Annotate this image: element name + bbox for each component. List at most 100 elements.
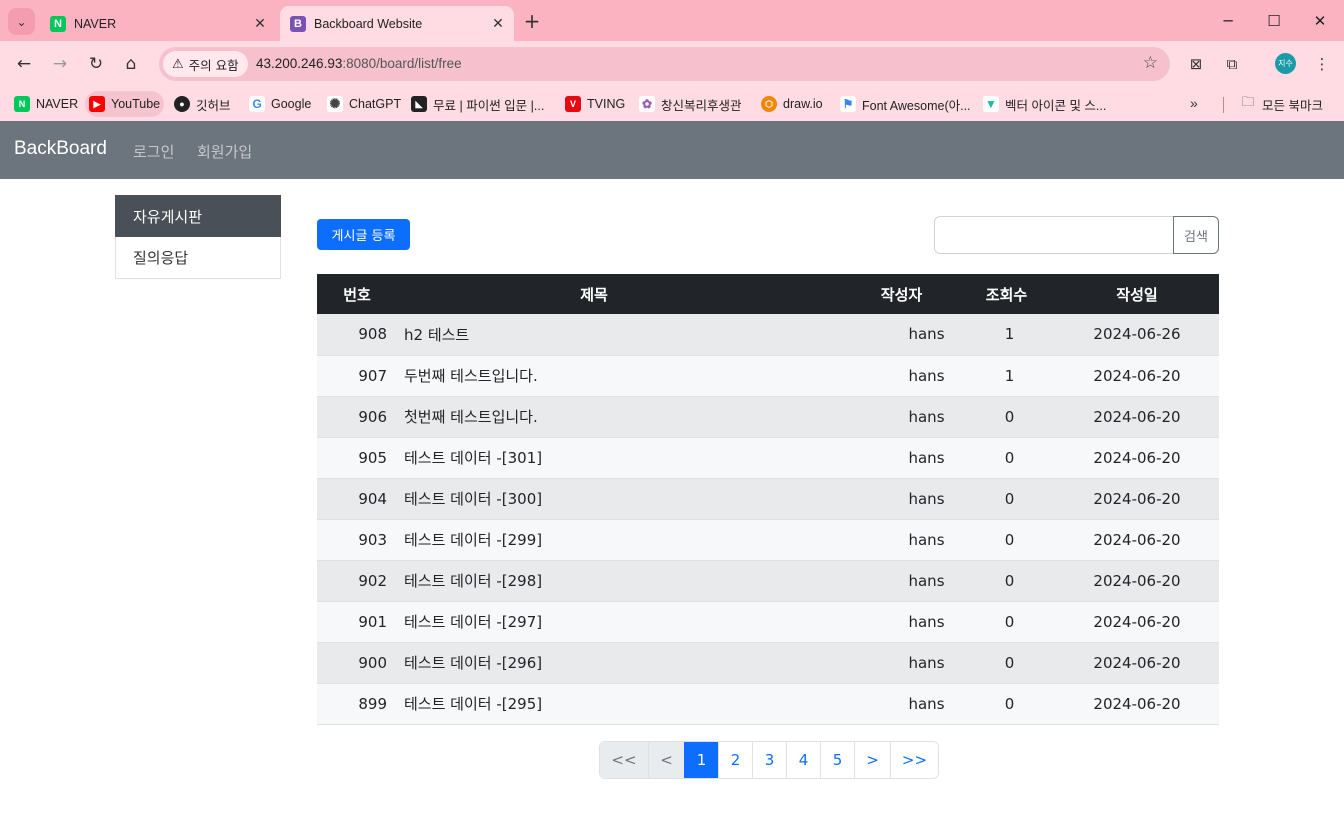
post-author: hans: [845, 355, 958, 397]
post-date: 2024-06-20: [1055, 683, 1219, 725]
tab-search-chevron-icon[interactable]: ⌄: [8, 8, 35, 35]
excel-extension-icon[interactable]: ⊠: [1183, 51, 1209, 77]
page-last[interactable]: >>: [890, 742, 938, 778]
window-close-icon[interactable]: ✕: [1302, 8, 1338, 34]
page-1[interactable]: 1: [684, 742, 718, 778]
bookmark-fontawesome[interactable]: ⚑ Font Awesome(아...: [836, 91, 975, 117]
post-author: hans: [845, 396, 958, 438]
sidebar-item-qna[interactable]: 질의응답: [115, 237, 281, 279]
brand-logo[interactable]: BackBoard: [14, 138, 107, 160]
post-views: 0: [958, 642, 1055, 684]
post-date: 2024-06-26: [1055, 314, 1219, 356]
bookmark-star-icon[interactable]: ☆: [1143, 53, 1158, 73]
page-4[interactable]: 4: [786, 742, 820, 778]
bookmark-naver[interactable]: N NAVER: [10, 91, 82, 117]
table-row: 907 두번째 테스트입니다. hans 1 2024-06-20: [317, 355, 1219, 397]
bookmark-flaticon[interactable]: ▼ 벡터 아이콘 및 스...: [979, 91, 1110, 117]
back-arrow-icon[interactable]: ←: [10, 50, 38, 78]
tving-icon: V: [565, 96, 581, 112]
post-title-link[interactable]: 테스트 데이터 -[296]: [397, 642, 845, 684]
table-row: 901 테스트 데이터 -[297] hans 0 2024-06-20: [317, 601, 1219, 643]
table-row: 903 테스트 데이터 -[299] hans 0 2024-06-20: [317, 519, 1219, 561]
url-text[interactable]: 43.200.246.93:8080/board/list/free: [256, 56, 462, 71]
post-title-link[interactable]: 테스트 데이터 -[295]: [397, 683, 845, 725]
post-date: 2024-06-20: [1055, 560, 1219, 602]
home-icon[interactable]: ⌂: [117, 50, 145, 78]
sidebar-item-free-board[interactable]: 자유게시판: [115, 195, 281, 237]
page-5[interactable]: 5: [820, 742, 854, 778]
forward-arrow-icon[interactable]: →: [46, 50, 74, 78]
post-views: 0: [958, 478, 1055, 520]
post-views: 1: [958, 355, 1055, 397]
nav-signup-link[interactable]: 회원가입: [197, 141, 252, 162]
profile-avatar[interactable]: 지수: [1275, 53, 1296, 74]
post-title-link[interactable]: 두번째 테스트입니다.: [397, 355, 845, 397]
warning-triangle-icon: ⚠: [172, 56, 184, 72]
post-number: 901: [317, 601, 397, 643]
chatgpt-icon: ✺: [327, 96, 343, 112]
board-sidebar: 자유게시판 질의응답: [115, 195, 281, 279]
post-number: 907: [317, 355, 397, 397]
table-row: 904 테스트 데이터 -[300] hans 0 2024-06-20: [317, 478, 1219, 520]
bookmark-welfare[interactable]: ✿ 창신복리후생관: [635, 91, 746, 117]
post-title-link[interactable]: 테스트 데이터 -[298]: [397, 560, 845, 602]
post-title-link[interactable]: 테스트 데이터 -[299]: [397, 519, 845, 561]
youtube-icon: ▶: [89, 96, 105, 112]
bookmark-github[interactable]: ● 깃허브: [170, 91, 235, 117]
bookmark-drawio[interactable]: ⬡ draw.io: [757, 91, 827, 117]
table-row: 906 첫번째 테스트입니다. hans 0 2024-06-20: [317, 396, 1219, 438]
close-icon[interactable]: ✕: [488, 14, 508, 34]
table-row: 908 h2 테스트 hans 1 2024-06-26: [317, 314, 1219, 356]
tab-naver[interactable]: N NAVER ✕: [40, 6, 276, 41]
post-number: 903: [317, 519, 397, 561]
board-table: 번호 제목 작성자 조회수 작성일 908 h2 테스트 hans 1 2024-06-…: [317, 274, 1219, 725]
post-title-link[interactable]: 테스트 데이터 -[301]: [397, 437, 845, 479]
post-date: 2024-06-20: [1055, 396, 1219, 438]
naver-icon: N: [14, 96, 30, 112]
post-author: hans: [845, 478, 958, 520]
header-date: 작성일: [1055, 274, 1219, 314]
bookmark-tving[interactable]: V TVING: [561, 91, 629, 117]
bookmarks-overflow-chevron-icon[interactable]: »: [1190, 95, 1198, 111]
tab-title: NAVER: [74, 16, 117, 31]
post-number: 906: [317, 396, 397, 438]
post-author: hans: [845, 437, 958, 479]
menu-kebab-icon[interactable]: ⋮: [1309, 51, 1335, 77]
post-views: 0: [958, 437, 1055, 479]
post-number: 900: [317, 642, 397, 684]
post-author: hans: [845, 519, 958, 561]
page-3[interactable]: 3: [752, 742, 786, 778]
minimize-icon[interactable]: ─: [1210, 8, 1246, 34]
post-title-link[interactable]: 테스트 데이터 -[297]: [397, 601, 845, 643]
tab-backboard[interactable]: B Backboard Website ✕: [280, 6, 514, 41]
new-tab-plus-icon[interactable]: +: [520, 8, 544, 34]
reload-icon[interactable]: ↻: [82, 50, 110, 78]
write-post-button[interactable]: 게시글 등록: [317, 219, 410, 250]
bookmark-all-folder[interactable]: 🗀 모든 북마크: [1236, 91, 1327, 117]
address-bar[interactable]: ⚠ 주의 요함 43.200.246.93:8080/board/list/fr…: [159, 47, 1170, 81]
page-next[interactable]: >: [854, 742, 890, 778]
nav-login-link[interactable]: 로그인: [133, 141, 174, 162]
post-author: hans: [845, 314, 958, 356]
bookmark-inflearn[interactable]: ◣ 무료 | 파이썬 입문 |...: [407, 91, 548, 117]
bookmark-youtube[interactable]: ▶ YouTube: [85, 91, 165, 117]
security-warning-chip[interactable]: ⚠ 주의 요함: [163, 51, 248, 77]
extensions-puzzle-icon[interactable]: ⧉: [1219, 51, 1245, 77]
post-number: 902: [317, 560, 397, 602]
bookmarks-divider: [1223, 97, 1224, 113]
post-title-link[interactable]: 첫번째 테스트입니다.: [397, 396, 845, 438]
search-button[interactable]: 검색: [1173, 216, 1219, 254]
header-author: 작성자: [845, 274, 958, 314]
bookmark-chatgpt[interactable]: ✺ ChatGPT: [323, 91, 405, 117]
bootstrap-icon: B: [290, 15, 306, 32]
post-title-link[interactable]: h2 테스트: [397, 314, 845, 356]
post-title-link[interactable]: 테스트 데이터 -[300]: [397, 478, 845, 520]
close-icon[interactable]: ✕: [250, 14, 270, 34]
maximize-icon[interactable]: ☐: [1256, 8, 1292, 34]
search-input[interactable]: [934, 216, 1174, 254]
post-author: hans: [845, 683, 958, 725]
post-author: hans: [845, 642, 958, 684]
bookmark-google[interactable]: G Google: [245, 91, 315, 117]
page-2[interactable]: 2: [718, 742, 752, 778]
post-views: 0: [958, 683, 1055, 725]
